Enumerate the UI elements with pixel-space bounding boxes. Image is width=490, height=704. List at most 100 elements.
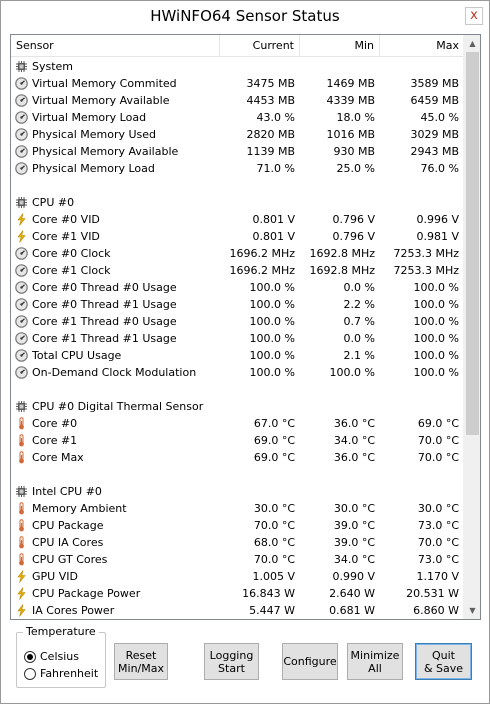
sensor-row[interactable]: Core #0 VID 0.801 V 0.796 V 0.996 V (11, 211, 464, 228)
sensor-row[interactable]: Virtual Memory Commited 3475 MB 1469 MB 358… (11, 75, 464, 92)
sensor-row[interactable]: Core #0 Clock 1696.2 MHz 1692.8 MHz 7253.3 … (11, 245, 464, 262)
sensor-name: Core #0 Clock (32, 247, 111, 260)
sensor-row[interactable]: CPU Package Power 16.843 W 2.640 W 20.531 W (11, 585, 464, 602)
max-value: 7253.3 MHz (393, 247, 459, 260)
quit-save-button[interactable]: Quit & Save (415, 643, 472, 680)
sensor-name: System (32, 60, 74, 73)
sensor-name: Total CPU Usage (32, 349, 122, 362)
max-value: 20.531 W (406, 587, 459, 600)
current-value: 4453 MB (246, 94, 295, 107)
sensor-row[interactable]: Virtual Memory Available 4453 MB 4339 MB 64… (11, 92, 464, 109)
celsius-radio[interactable] (24, 651, 36, 663)
min-value: 930 MB (333, 145, 375, 158)
sensor-row[interactable]: Core #1 Thread #0 Usage 100.0 % 0.7 % 100.0… (11, 313, 464, 330)
sensor-row[interactable]: Virtual Memory Load 43.0 % 18.0 % 45.0 % (11, 109, 464, 126)
sensor-row[interactable]: Core #0 67.0 °C 36.0 °C 69.0 °C (11, 415, 464, 432)
spacer-row (11, 177, 464, 194)
sensor-name: Physical Memory Used (32, 128, 157, 141)
sensor-row[interactable]: Core #1 Thread #1 Usage 100.0 % 0.0 % 100.0… (11, 330, 464, 347)
voltage-icon (17, 587, 26, 600)
scroll-down-icon[interactable]: ▼ (464, 602, 480, 619)
sensor-name: Physical Memory Available (32, 145, 179, 158)
min-value: 2.2 % (343, 298, 375, 311)
max-value: 100.0 % (413, 298, 459, 311)
gauge-icon (15, 349, 28, 362)
sensor-row[interactable]: Core #1 Clock 1696.2 MHz 1692.8 MHz 7253.3 … (11, 262, 464, 279)
title-bar[interactable]: HWiNFO64 Sensor Status x (1, 1, 489, 31)
sensor-row[interactable]: CPU Package 70.0 °C 39.0 °C 73.0 °C (11, 517, 464, 534)
current-value: 2820 MB (246, 128, 295, 141)
sensor-row[interactable]: GPU VID 1.005 V 0.990 V 1.170 V (11, 568, 464, 585)
current-value: 30.0 °C (253, 502, 295, 515)
column-header: Sensor Current Min Max (11, 35, 464, 57)
logging-start-button[interactable]: Logging Start (204, 643, 259, 680)
sensor-row[interactable]: Memory Ambient 30.0 °C 30.0 °C 30.0 °C (11, 500, 464, 517)
min-value: 0.796 V (332, 213, 375, 226)
min-value: 2.1 % (343, 349, 375, 362)
max-value: 30.0 °C (417, 502, 459, 515)
sensor-name: Core Max (32, 451, 84, 464)
configure-button[interactable]: Configure (282, 643, 338, 680)
sensor-name: IA Cores Power (32, 604, 115, 617)
sensor-row[interactable]: On-Demand Clock Modulation 100.0 % 100.0 %… (11, 364, 464, 381)
thermometer-icon (19, 502, 24, 515)
sensor-name: CPU Package (32, 519, 104, 532)
thermometer-icon (19, 451, 24, 464)
sensor-row[interactable]: CPU GT Cores 70.0 °C 34.0 °C 73.0 °C (11, 551, 464, 568)
reset-min-max-button[interactable]: Reset Min/Max (114, 643, 168, 680)
sensor-group-row[interactable]: Intel CPU #0 (11, 483, 464, 500)
sensor-row[interactable]: Core Max 69.0 °C 36.0 °C 70.0 °C (11, 449, 464, 466)
current-value: 1696.2 MHz (229, 247, 295, 260)
thermometer-icon (19, 434, 24, 447)
temperature-title: Temperature (23, 625, 99, 638)
gauge-icon (15, 77, 28, 90)
sensor-name: On-Demand Clock Modulation (32, 366, 197, 379)
chip-icon (16, 61, 27, 72)
sensor-row[interactable]: Physical Memory Available 1139 MB 930 MB 29… (11, 143, 464, 160)
vertical-scrollbar[interactable]: ▲ ▼ (463, 35, 480, 619)
sensor-row[interactable]: CPU IA Cores 68.0 °C 39.0 °C 70.0 °C (11, 534, 464, 551)
close-button[interactable]: x (465, 7, 483, 25)
current-value: 70.0 °C (253, 553, 295, 566)
scroll-up-icon[interactable]: ▲ (464, 35, 480, 52)
sensor-group-row[interactable]: CPU #0 (11, 194, 464, 211)
sensor-row[interactable]: Physical Memory Used 2820 MB 1016 MB 3029 M… (11, 126, 464, 143)
sensor-name: Core #1 Thread #1 Usage (32, 332, 177, 345)
current-value: 0.801 V (252, 230, 295, 243)
sensor-name: Memory Ambient (32, 502, 127, 515)
sensor-row[interactable]: Core #1 VID 0.801 V 0.796 V 0.981 V (11, 228, 464, 245)
sensor-row[interactable]: Core #0 Thread #1 Usage 100.0 % 2.2 % 100.0… (11, 296, 464, 313)
max-value: 0.981 V (416, 230, 459, 243)
sensor-row[interactable]: Physical Memory Load 71.0 % 25.0 % 76.0 % (11, 160, 464, 177)
sensor-group-row[interactable]: CPU #0 Digital Thermal Sensor (11, 398, 464, 415)
current-value: 100.0 % (249, 281, 295, 294)
min-value: 39.0 °C (333, 519, 375, 532)
voltage-icon (17, 570, 26, 583)
max-value: 76.0 % (420, 162, 459, 175)
column-header-min[interactable]: Min (300, 35, 380, 57)
current-value: 100.0 % (249, 315, 295, 328)
column-header-sensor[interactable]: Sensor (11, 35, 220, 57)
sensor-group-row[interactable]: System (11, 58, 464, 75)
min-value: 39.0 °C (333, 536, 375, 549)
column-header-current[interactable]: Current (220, 35, 300, 57)
current-value: 71.0 % (256, 162, 295, 175)
max-value: 70.0 °C (417, 451, 459, 464)
sensor-row[interactable]: IA Cores Power 5.447 W 0.681 W 6.860 W (11, 602, 464, 619)
column-header-max[interactable]: Max (380, 35, 464, 57)
min-value: 100.0 % (329, 366, 375, 379)
sensor-row[interactable]: Core #1 69.0 °C 34.0 °C 70.0 °C (11, 432, 464, 449)
sensor-row[interactable]: Core #0 Thread #0 Usage 100.0 % 0.0 % 100.0… (11, 279, 464, 296)
current-value: 1696.2 MHz (229, 264, 295, 277)
min-value: 0.0 % (343, 281, 375, 294)
fahrenheit-radio[interactable] (24, 668, 36, 680)
max-value: 70.0 °C (417, 536, 459, 549)
max-value: 70.0 °C (417, 434, 459, 447)
minimize-all-button[interactable]: Minimize All (347, 643, 403, 680)
sensor-list[interactable]: Sensor Current Min Max System Virtual Mem… (10, 34, 481, 620)
scroll-thumb[interactable] (466, 52, 479, 435)
min-value: 1016 MB (326, 128, 375, 141)
sensor-name: Core #1 Thread #0 Usage (32, 315, 177, 328)
sensor-row[interactable]: Total CPU Usage 100.0 % 2.1 % 100.0 % (11, 347, 464, 364)
max-value: 73.0 °C (417, 519, 459, 532)
